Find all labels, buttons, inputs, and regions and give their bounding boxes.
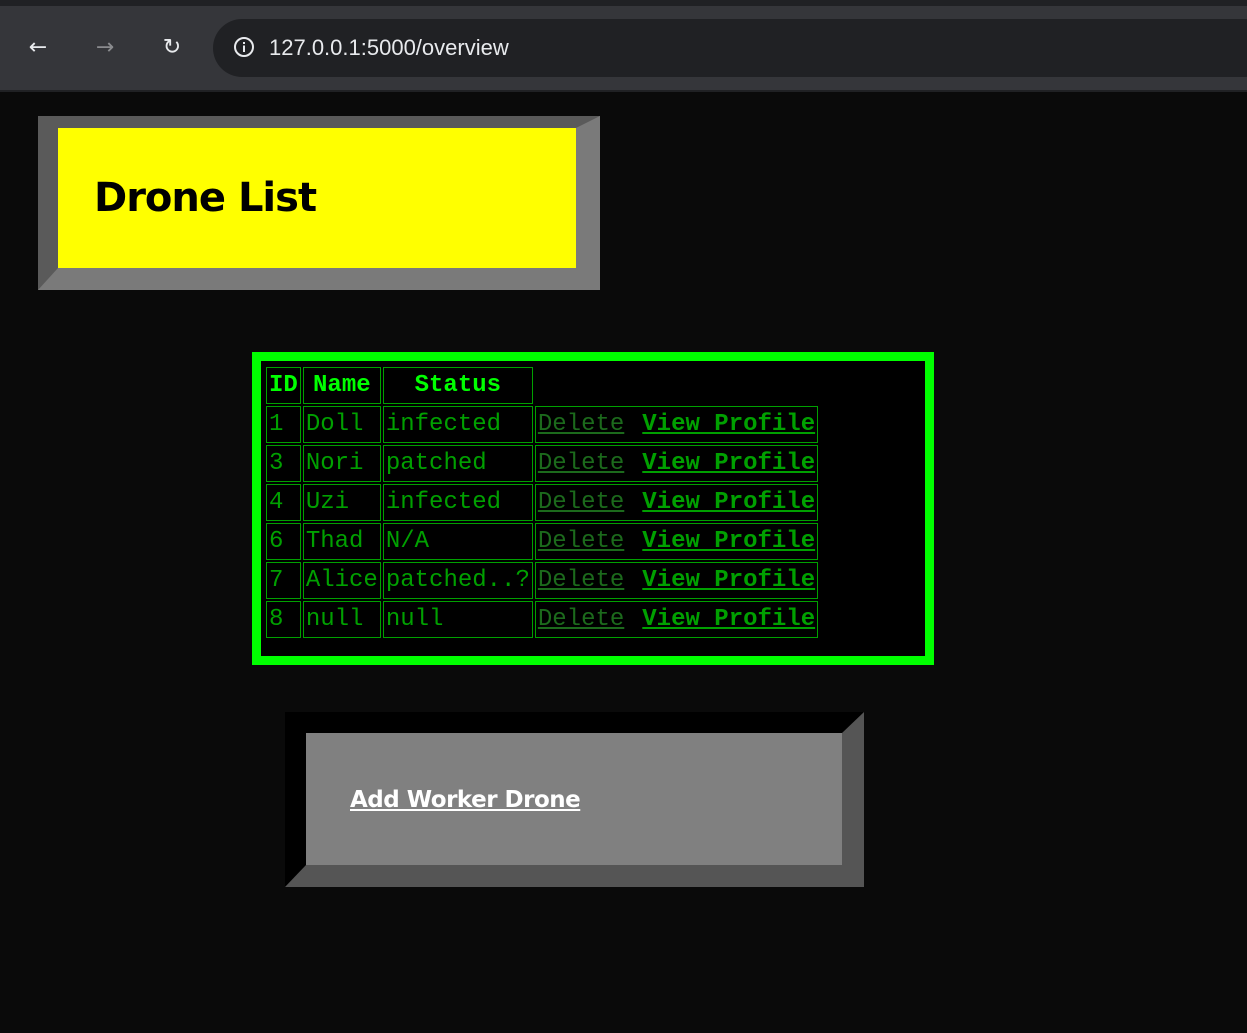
delete-link[interactable]: Delete: [538, 450, 624, 477]
cell-status: patched: [382, 445, 533, 482]
drone-table: ID Name Status 1 Doll infected Delete Vie…: [264, 365, 820, 640]
cell-status: patched..?: [382, 562, 533, 599]
view-profile-link[interactable]: View Profile: [642, 567, 815, 594]
cell-id: 8: [266, 601, 301, 638]
view-profile-link[interactable]: View Profile: [642, 450, 815, 477]
cell-status: N/A: [382, 523, 533, 560]
column-header-name: Name: [302, 367, 381, 404]
cell-actions: Delete View Profile: [534, 484, 819, 521]
address-bar[interactable]: 127.0.0.1:5000/overview: [213, 19, 1247, 77]
page-title: Drone List: [94, 175, 317, 221]
cell-id: 4: [266, 484, 301, 521]
delete-link[interactable]: Delete: [538, 411, 624, 438]
cell-name: Doll: [302, 406, 381, 443]
cell-status: null: [382, 601, 533, 638]
column-header-status: Status: [382, 367, 533, 404]
cell-actions: Delete View Profile: [534, 601, 819, 638]
cell-id: 6: [266, 523, 301, 560]
column-header-id: ID: [266, 367, 301, 404]
back-arrow-icon[interactable]: ←: [23, 33, 53, 63]
reload-icon[interactable]: ↻: [157, 33, 187, 63]
table-row: 4 Uzi infected Delete View Profile: [266, 484, 819, 521]
drone-table-frame: ID Name Status 1 Doll infected Delete Vie…: [252, 352, 934, 665]
view-profile-link[interactable]: View Profile: [642, 489, 815, 516]
view-profile-link[interactable]: View Profile: [642, 411, 815, 438]
cell-actions: Delete View Profile: [534, 445, 819, 482]
table-row: 1 Doll infected Delete View Profile: [266, 406, 819, 443]
cell-actions: Delete View Profile: [534, 523, 819, 560]
cell-id: 7: [266, 562, 301, 599]
cell-actions: Delete View Profile: [534, 406, 819, 443]
cell-actions: Delete View Profile: [534, 562, 819, 599]
url-text[interactable]: 127.0.0.1:5000/overview: [269, 35, 509, 61]
cell-status: infected: [382, 484, 533, 521]
cell-id: 3: [266, 445, 301, 482]
delete-link[interactable]: Delete: [538, 489, 624, 516]
info-icon[interactable]: [233, 36, 255, 58]
view-profile-link[interactable]: View Profile: [642, 606, 815, 633]
title-panel: Drone List: [38, 116, 600, 290]
view-profile-link[interactable]: View Profile: [642, 528, 815, 555]
table-header-row: ID Name Status: [266, 367, 818, 404]
page-content: Drone List ID Name Status 1 Doll infecte…: [0, 92, 1247, 1033]
cell-name: Thad: [302, 523, 381, 560]
cell-id: 1: [266, 406, 301, 443]
cell-name: null: [302, 601, 381, 638]
table-row: 8 null null Delete View Profile: [266, 601, 819, 638]
cell-name: Alice: [302, 562, 381, 599]
browser-toolbar: ← → ↻ 127.0.0.1:5000/overview: [0, 0, 1247, 92]
cell-name: Uzi: [302, 484, 381, 521]
table-row: 7 Alice patched..? Delete View Profile: [266, 562, 819, 599]
tab-strip: [0, 0, 1247, 6]
delete-link[interactable]: Delete: [538, 606, 624, 633]
delete-link[interactable]: Delete: [538, 567, 624, 594]
column-header-actions: [535, 367, 818, 404]
add-drone-panel: Add Worker Drone: [285, 712, 864, 887]
delete-link[interactable]: Delete: [538, 528, 624, 555]
cell-status: infected: [382, 406, 533, 443]
cell-name: Nori: [302, 445, 381, 482]
add-worker-drone-link[interactable]: Add Worker Drone: [350, 787, 581, 813]
table-row: 6 Thad N/A Delete View Profile: [266, 523, 819, 560]
forward-arrow-icon[interactable]: →: [90, 33, 120, 63]
table-row: 3 Nori patched Delete View Profile: [266, 445, 819, 482]
